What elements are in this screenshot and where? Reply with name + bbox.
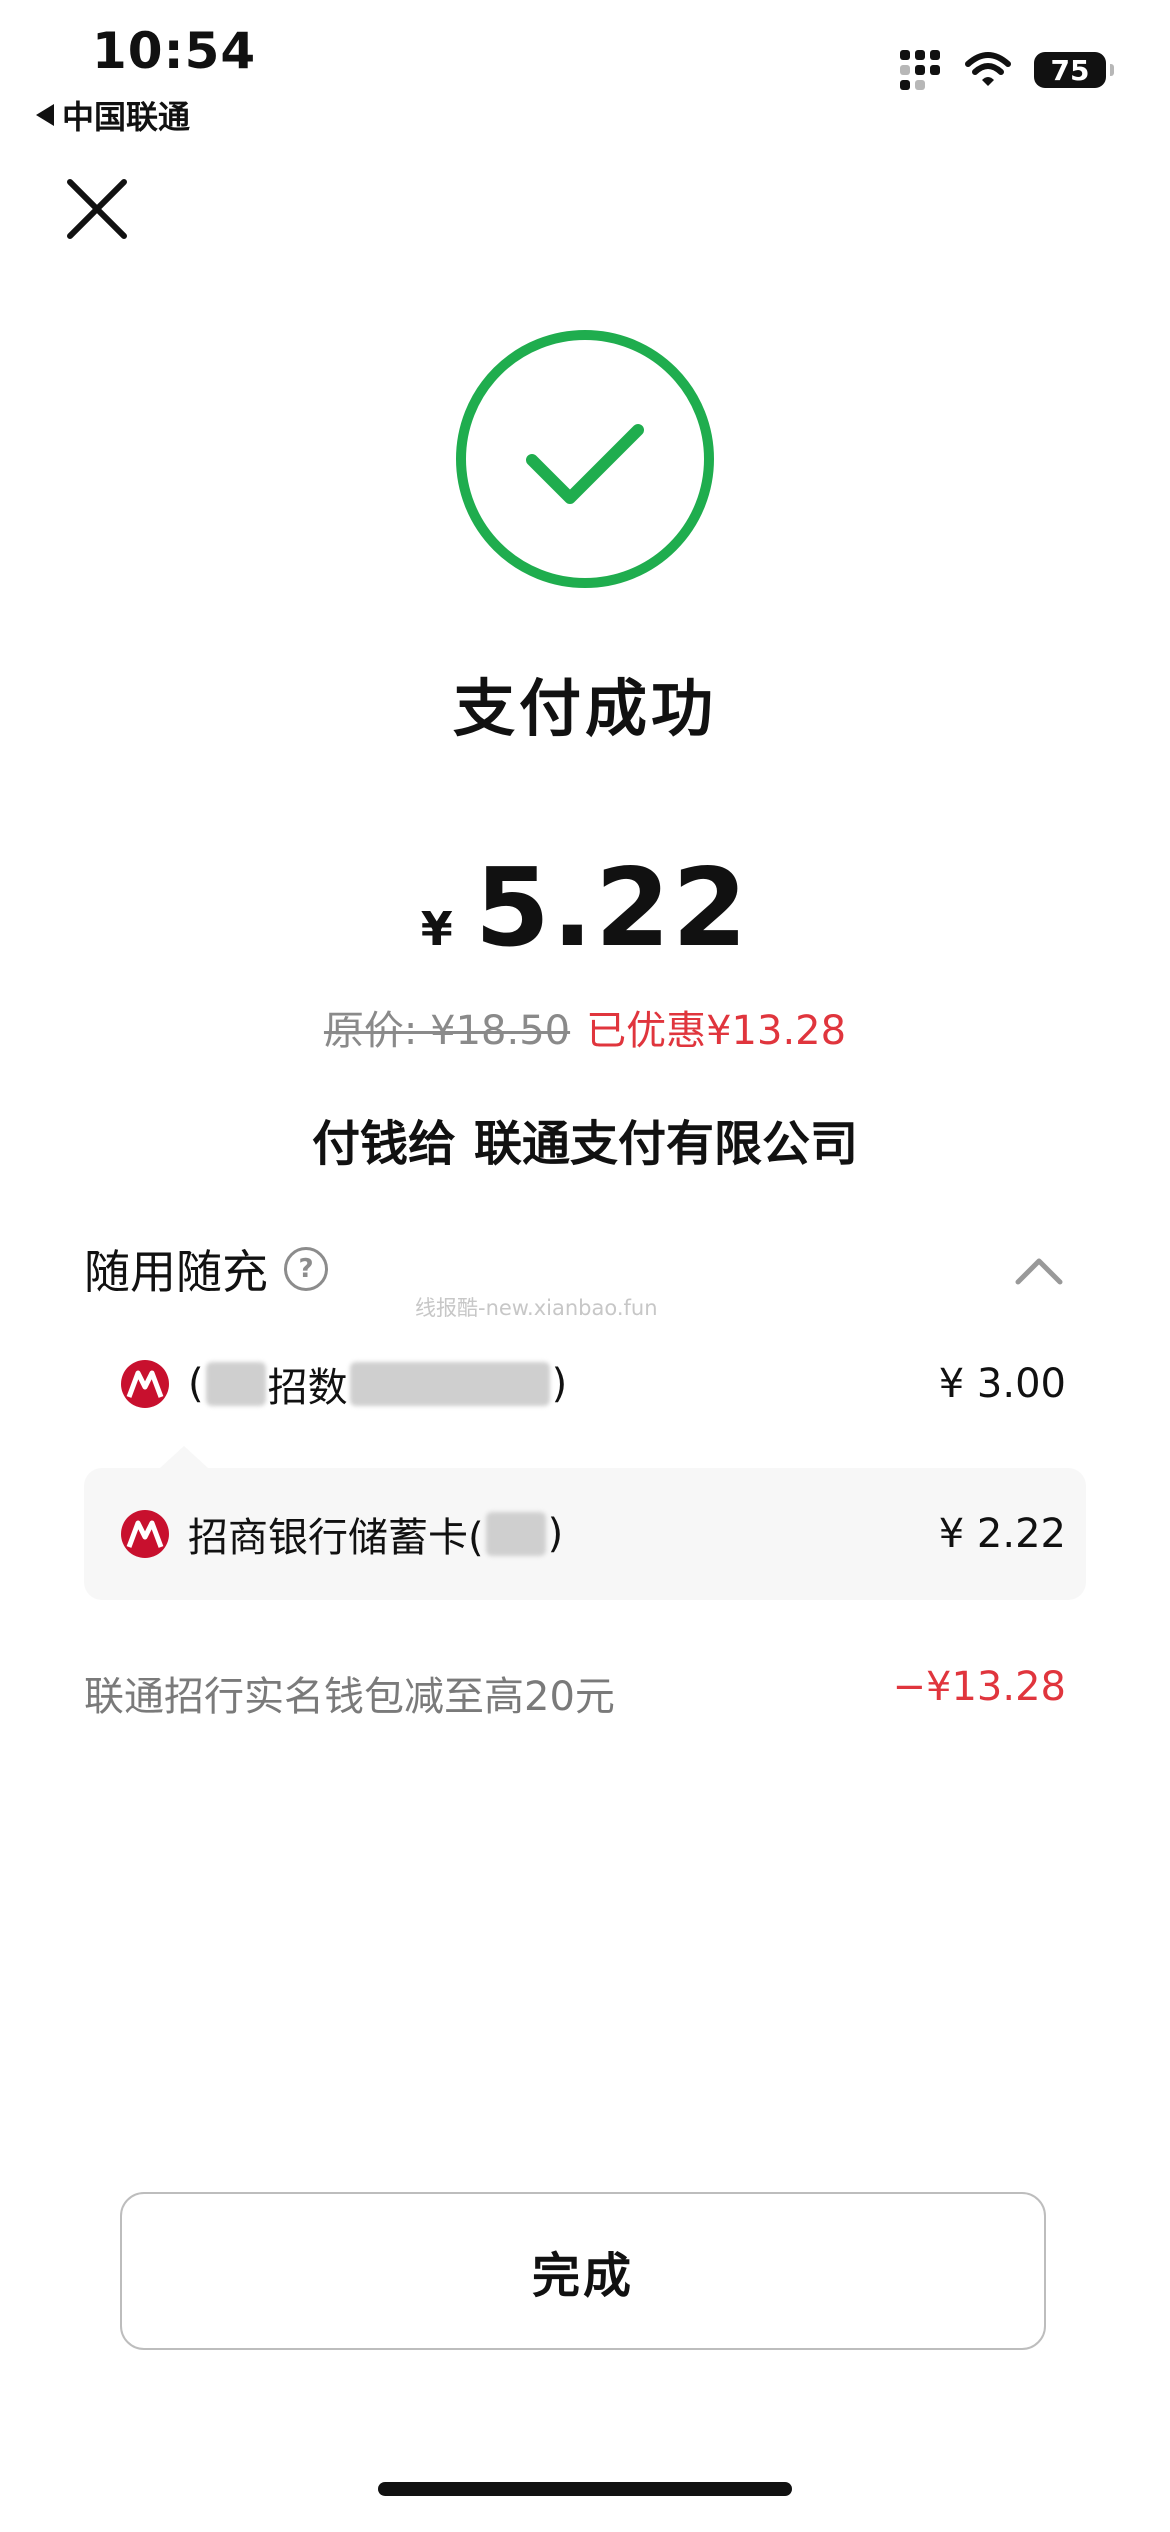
home-indicator[interactable] xyxy=(378,2482,792,2496)
payee-prefix: 付钱给 xyxy=(311,1116,456,1172)
payment-label-middle: 招数 xyxy=(267,1365,348,1411)
redacted-text xyxy=(205,1362,266,1406)
battery-icon: 75 xyxy=(1034,52,1114,88)
carrier-name: 中国联通 xyxy=(62,98,191,136)
payment-line-item: 招商银行储蓄卡( ) ¥ 2.22 xyxy=(120,1502,1066,1566)
redacted-text xyxy=(349,1362,550,1406)
payment-success-title: 支付成功 xyxy=(452,672,717,745)
discount-amount: 已优惠¥13.28 xyxy=(586,1008,847,1054)
battery-level: 75 xyxy=(1050,53,1090,87)
cmb-bank-logo-icon xyxy=(121,1360,169,1408)
back-to-carrier-link[interactable]: 中国联通 xyxy=(36,92,190,138)
payment-method-section-header: 随用随充 ? xyxy=(84,1236,328,1302)
payee: 付钱给 联通支付有限公司 xyxy=(0,1104,1170,1174)
section-title: 随用随充 xyxy=(84,1245,268,1299)
status-indicators: 75 xyxy=(900,50,1114,90)
paid-amount: ¥ 5.22 xyxy=(0,846,1170,971)
payment-label-prefix: ( xyxy=(188,1361,204,1407)
cmb-bank-logo-icon xyxy=(121,1510,169,1558)
wifi-icon xyxy=(965,52,1011,86)
card-pointer xyxy=(160,1446,208,1468)
original-price: 原价: ¥18.50 xyxy=(323,1008,571,1054)
status-time: 10:54 xyxy=(92,22,257,80)
payment-label-suffix: ) xyxy=(547,1511,564,1557)
currency-symbol: ¥ xyxy=(420,902,453,956)
payment-amount: ¥ 3.00 xyxy=(938,1361,1066,1407)
price-summary: 原价: ¥18.50 已优惠¥13.28 xyxy=(0,998,1170,1056)
payee-name: 联通支付有限公司 xyxy=(474,1116,859,1172)
promotion-amount: −¥13.28 xyxy=(892,1664,1066,1710)
payment-label-prefix: 招商银行储蓄卡( xyxy=(188,1515,484,1561)
promotion-label: 联通招行实名钱包减至高20元 xyxy=(84,1674,615,1720)
redacted-text xyxy=(485,1512,546,1556)
payment-line-item: ( 招数 ) ¥ 3.00 xyxy=(120,1352,1066,1416)
done-button[interactable]: 完成 xyxy=(120,2192,1046,2350)
back-arrow-icon xyxy=(36,104,54,126)
amount-value: 5.22 xyxy=(474,846,750,971)
payment-amount: ¥ 2.22 xyxy=(938,1511,1066,1557)
success-check-icon xyxy=(456,330,714,588)
watermark-text: 线报酷-new.xianbao.fun xyxy=(415,1296,658,1320)
promotion-row: 联通招行实名钱包减至高20元 −¥13.28 xyxy=(84,1664,1066,1722)
payment-label-suffix: ) xyxy=(551,1361,568,1407)
help-icon[interactable]: ? xyxy=(284,1247,328,1291)
close-icon[interactable] xyxy=(64,176,130,242)
cellular-signal-icon xyxy=(900,50,942,90)
chevron-up-icon[interactable] xyxy=(1014,1256,1064,1286)
